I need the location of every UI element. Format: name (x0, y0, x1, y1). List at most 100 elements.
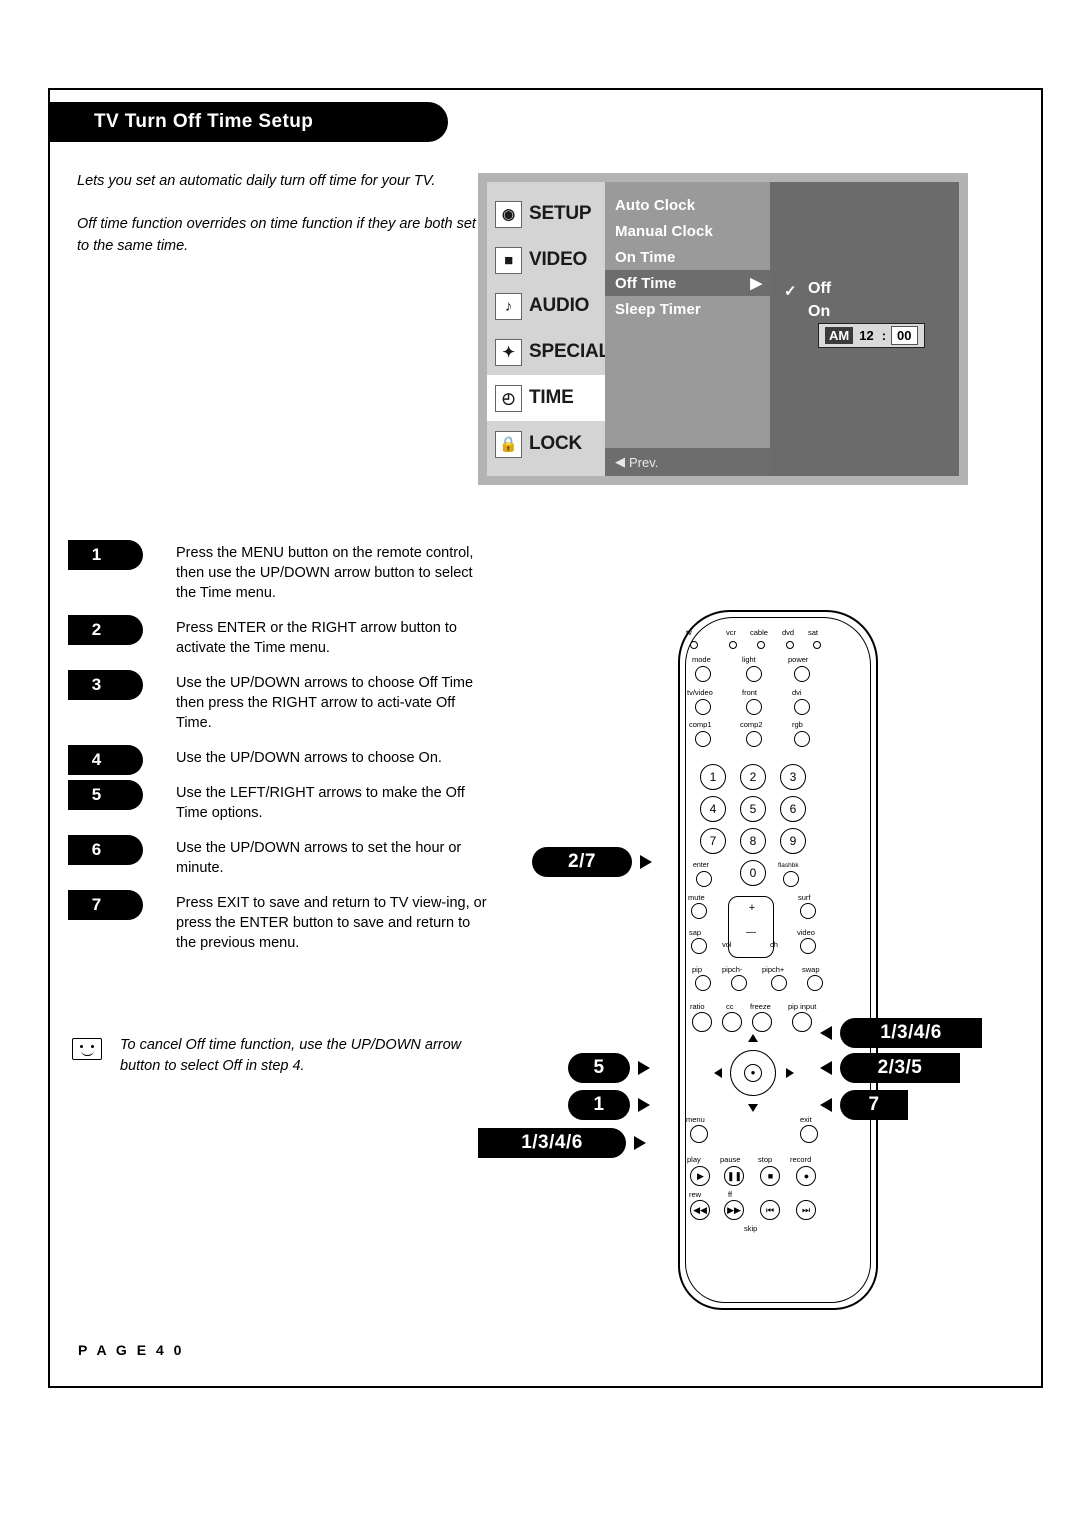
callout-5-arrow-icon (638, 1061, 650, 1075)
remote-key-tv-video[interactable] (695, 699, 711, 715)
remote-label-menu: menu (686, 1115, 705, 1124)
time-colon: : (881, 328, 887, 343)
osd-option-off[interactable]: Off (808, 280, 831, 298)
step-badge-2: 2 (68, 615, 143, 645)
remote-key-exit[interactable] (800, 1125, 818, 1143)
speaker-icon: ♪ (495, 292, 522, 320)
remote-key-dvd[interactable] (786, 641, 794, 649)
remote-key-rgb[interactable] (794, 731, 810, 747)
osd-option-on[interactable]: On (808, 303, 830, 321)
remote-label-sat: sat (808, 628, 819, 637)
volume-up-icon: + (748, 901, 756, 914)
osd-menu-lock-label: LOCK (529, 433, 583, 454)
remote-key-8[interactable]: 8 (740, 828, 766, 854)
remote-key-cable[interactable] (757, 641, 765, 649)
remote-key-dvi[interactable] (794, 699, 810, 715)
osd-menu-audio[interactable]: ♪ AUDIO (487, 283, 605, 329)
remote-key-sat[interactable] (813, 641, 821, 649)
remote-key-video[interactable] (800, 938, 816, 954)
remote-label-flashbk: flashbk (778, 862, 799, 869)
note-block: To cancel Off time function, use the UP/… (72, 1035, 470, 1077)
remote-key-pip[interactable] (695, 975, 711, 991)
dpad-right-icon[interactable] (786, 1068, 794, 1078)
osd-menu-time-label: TIME (529, 387, 574, 408)
callout-1-3-4-6-right-arrow-icon (820, 1026, 832, 1040)
remote-key-7[interactable]: 7 (700, 828, 726, 854)
remote-key-power[interactable] (794, 666, 810, 682)
steps-list: 1 Press the MENU button on the remote co… (68, 540, 488, 965)
osd-item-auto-clock[interactable]: Auto Clock (605, 192, 770, 218)
osd-prev-button[interactable]: ◀ Prev. (605, 448, 770, 476)
osd-menu-audio-label: AUDIO (529, 295, 590, 316)
remote-key-mute[interactable] (691, 903, 707, 919)
osd-menu-special[interactable]: ✦ SPECIAL (487, 329, 610, 375)
remote-key-pip-input[interactable] (792, 1012, 812, 1032)
remote-key-swap[interactable] (807, 975, 823, 991)
remote-key-freeze[interactable] (752, 1012, 772, 1032)
dpad-up-icon[interactable] (748, 1034, 758, 1042)
remote-key-menu[interactable] (690, 1125, 708, 1143)
remote-key-front[interactable] (746, 699, 762, 715)
dpad-left-icon[interactable] (714, 1068, 722, 1078)
remote-key-comp1[interactable] (695, 731, 711, 747)
osd-menu-lock[interactable]: 🔒 LOCK (487, 421, 605, 467)
remote-label-ff: ff (728, 1190, 733, 1199)
osd-item-sleep-timer[interactable]: Sleep Timer (605, 296, 770, 322)
remote-label-rgb: rgb (792, 720, 803, 729)
remote-key-vcr[interactable] (729, 641, 737, 649)
osd-menu-setup[interactable]: ◉ SETUP (487, 191, 605, 237)
remote-key-light[interactable] (746, 666, 762, 682)
osd-menu-special-label: SPECIAL (529, 341, 610, 362)
step-badge-3: 3 (68, 670, 143, 700)
remote-key-sap[interactable] (691, 938, 707, 954)
page-title: TV Turn Off Time Setup (50, 102, 448, 142)
check-icon: ✓ (784, 283, 797, 300)
remote-key-ratio[interactable] (692, 1012, 712, 1032)
remote-key-4[interactable]: 4 (700, 796, 726, 822)
osd-menu-video[interactable]: ■ VIDEO (487, 237, 605, 283)
remote-key-surf[interactable] (800, 903, 816, 919)
remote-key-5[interactable]: 5 (740, 796, 766, 822)
remote-key-mode[interactable] (695, 666, 711, 682)
remote-key-6[interactable]: 6 (780, 796, 806, 822)
remote-key-pipch-minus[interactable] (731, 975, 747, 991)
step-text-4: Use the UP/DOWN arrows to choose On. (176, 750, 442, 766)
remote-key-1[interactable]: 1 (700, 764, 726, 790)
remote-key-enter[interactable] (696, 871, 712, 887)
chevron-left-icon: ◀ (615, 454, 625, 469)
remote-key-flashbk[interactable] (783, 871, 799, 887)
step-badge-5: 5 (68, 780, 143, 810)
step-item: 1 Press the MENU button on the remote co… (68, 540, 488, 603)
step-badge-7: 7 (68, 890, 143, 920)
step-badge-6: 6 (68, 835, 143, 865)
volume-down-icon: — (746, 927, 756, 938)
osd-menu-time[interactable]: ◴ TIME (487, 375, 605, 421)
remote-key-comp2[interactable] (746, 731, 762, 747)
osd-item-manual-clock[interactable]: Manual Clock (605, 218, 770, 244)
intro-text: Lets you set an automatic daily turn off… (77, 170, 477, 278)
remote-label-video: video (797, 928, 815, 937)
fast-forward-icon: ▶▶ (727, 1205, 741, 1215)
step-text-7: Press EXIT to save and return to TV view… (176, 895, 487, 951)
remote-key-cc[interactable] (722, 1012, 742, 1032)
remote-key-tv[interactable] (690, 641, 698, 649)
osd-item-off-time[interactable]: Off Time ▶ (605, 270, 770, 296)
remote-key-0[interactable]: 0 (740, 860, 766, 886)
remote-label-sap: sap (689, 928, 702, 937)
remote-key-3[interactable]: 3 (780, 764, 806, 790)
osd-item-on-time[interactable]: On Time (605, 244, 770, 270)
remote-key-2[interactable]: 2 (740, 764, 766, 790)
time-minute: 00 (891, 326, 918, 345)
time-ampm: AM (825, 327, 854, 344)
remote-key-9[interactable]: 9 (780, 828, 806, 854)
remote-label-exit: exit (800, 1115, 812, 1124)
dpad-down-icon[interactable] (748, 1104, 758, 1112)
osd-menu-video-label: VIDEO (529, 249, 588, 270)
time-value-box[interactable]: AM 12 : 00 (818, 323, 925, 348)
smiley-face-icon (72, 1038, 102, 1060)
page-number: P A G E 4 0 (78, 1342, 185, 1358)
remote-key-pipch-plus[interactable] (771, 975, 787, 991)
callout-2-7-arrow-icon (640, 855, 652, 869)
callout-1-arrow-icon (638, 1098, 650, 1112)
remote-label-pipch-: pipch- (722, 965, 743, 974)
